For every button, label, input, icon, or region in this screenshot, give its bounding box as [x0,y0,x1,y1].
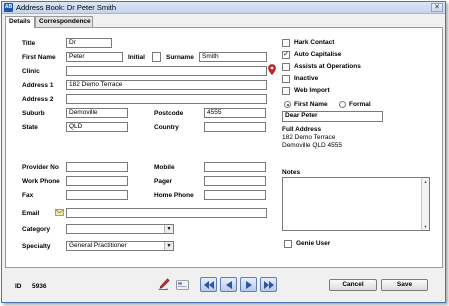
address1-field[interactable]: 182 Demo Terrace [66,80,267,90]
mobile-label: Mobile [154,164,175,171]
previous-record-button[interactable] [220,277,237,292]
home-phone-field[interactable] [204,190,266,200]
hark-contact-checkbox[interactable] [282,39,290,47]
first-record-icon [204,281,214,289]
first-record-button[interactable] [200,277,217,292]
assists-at-operations-label: Assists at Operations [294,63,361,70]
first-name-label: First Name [22,54,56,61]
tab-correspondence[interactable]: Correspondence [35,16,93,27]
first-name-field[interactable]: Peter [66,52,123,62]
inactive-label: Inactive [294,75,319,82]
scroll-up-icon[interactable]: ▲ [422,178,429,185]
id-value: 5936 [32,283,47,290]
previous-record-icon [226,281,232,289]
title-bar: AB Address Book: Dr Peter Smith ✕ [2,2,445,14]
full-address-line1: 182 Demo Terrace [282,134,336,141]
chevron-down-icon[interactable]: ▼ [164,242,173,250]
specialty-label: Specialty [22,243,51,250]
clinic-label: Clinic [22,68,40,75]
title-label: Title [22,40,36,47]
formal-radio[interactable] [339,101,346,108]
address2-field[interactable] [66,94,267,104]
country-field[interactable] [204,122,266,132]
first-name-radio[interactable] [284,101,291,108]
category-label: Category [22,226,51,233]
pager-label: Pager [154,178,173,185]
notes-field[interactable]: ▲ ▼ [282,177,430,231]
full-address-line2: Demoville QLD 4555 [282,142,342,149]
fax-label: Fax [22,192,34,199]
last-record-icon [264,281,274,289]
category-select[interactable]: ▼ [66,224,174,234]
full-address-heading: Full Address [282,126,322,133]
specialty-value: General Practitioner [69,242,127,249]
next-record-button[interactable] [240,277,257,292]
email-label: Email [22,210,40,217]
mobile-field[interactable] [204,162,266,172]
genie-user-label: Genie User [296,240,331,247]
state-field[interactable]: QLD [66,122,128,132]
fax-field[interactable] [66,190,128,200]
initial-field[interactable] [152,52,161,62]
hark-contact-label: Hark Contact [294,39,335,46]
next-record-icon [246,281,252,289]
auto-capitalise-label: Auto Capitalise [294,51,342,58]
email-field[interactable] [66,208,267,218]
address2-label: Address 2 [22,96,54,103]
assists-at-operations-checkbox[interactable] [282,63,290,71]
genie-user-checkbox[interactable] [284,240,292,248]
title-field[interactable]: Dr [66,38,112,48]
auto-capitalise-checkbox[interactable]: ✓ [282,51,290,59]
postcode-label: Postcode [154,110,184,117]
save-button[interactable]: Save [381,279,428,291]
window-title: Address Book: Dr Peter Smith [16,3,117,12]
tab-details[interactable]: Details [5,16,35,28]
web-import-label: Web Import [294,87,330,94]
clinic-field[interactable] [66,66,267,76]
notes-heading: Notes [282,169,301,176]
check-icon: ✓ [283,51,289,58]
country-label: Country [154,124,179,131]
notes-scrollbar[interactable]: ▲ ▼ [421,178,429,230]
location-pin-icon[interactable] [268,64,276,75]
formal-radio-label: Formal [349,101,371,108]
pen-icon[interactable] [158,278,170,291]
surname-label: Surname [166,54,194,61]
close-button[interactable]: ✕ [431,3,443,12]
specialty-select[interactable]: General Practitioner ▼ [66,241,174,251]
state-label: State [22,124,38,131]
provider-no-field[interactable] [66,162,128,172]
details-panel: Title Dr First Name Peter Initial Surnam… [5,27,443,268]
postcode-field[interactable]: 4555 [204,108,266,118]
scroll-down-icon[interactable]: ▼ [422,223,429,230]
work-phone-label: Work Phone [22,178,60,185]
initial-label: Initial [128,54,145,61]
suburb-label: Suburb [22,110,45,117]
suburb-field[interactable]: Demoville [66,108,128,118]
cancel-button[interactable]: Cancel [329,279,377,291]
address-book-window: AB Address Book: Dr Peter Smith ✕ Detail… [1,1,446,303]
chevron-down-icon[interactable]: ▼ [164,225,173,233]
card-icon[interactable] [176,280,189,290]
app-icon: AB [4,3,13,12]
provider-no-label: Provider No [22,164,59,171]
inactive-checkbox[interactable] [282,75,290,83]
pager-field[interactable] [204,176,266,186]
surname-field[interactable]: Smith [199,52,267,62]
work-phone-field[interactable] [66,176,128,186]
last-record-button[interactable] [260,277,277,292]
home-phone-label: Home Phone [154,192,194,199]
email-icon[interactable] [55,209,64,216]
address1-label: Address 1 [22,82,54,89]
salutation-field[interactable]: Dear Peter [282,111,383,122]
web-import-checkbox[interactable] [282,87,290,95]
first-name-radio-label: First Name [294,101,328,108]
id-label: ID [15,283,22,290]
